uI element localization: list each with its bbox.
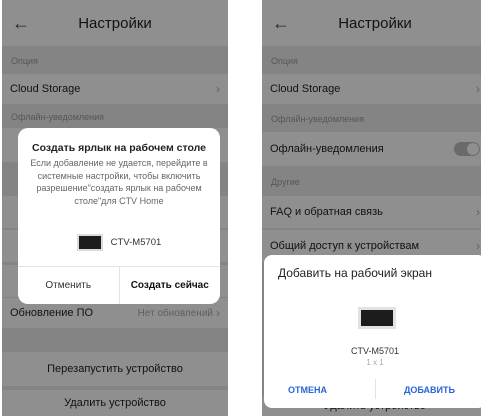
cancel-button[interactable]: ОТМЕНА <box>288 385 327 395</box>
dialog-title: Создать ярлык на рабочем столе <box>31 142 207 154</box>
create-shortcut-dialog: Создать ярлык на рабочем столе Если доба… <box>18 128 220 304</box>
widget-preview-icon <box>358 307 396 329</box>
add-button[interactable]: ДОБАВИТЬ <box>404 385 455 395</box>
device-preview: CTV-M5701 <box>18 234 220 251</box>
phone-screen-left: ← Настройки Опция Cloud Storage › Офлайн… <box>2 0 228 416</box>
cancel-button[interactable]: Отменить <box>18 267 119 304</box>
dialog-message: Если добавление не удается, перейдите в … <box>30 158 208 206</box>
phone-screen-right: ← Настройки Опция Cloud Storage › Офлайн… <box>262 0 481 416</box>
camera-device-icon <box>76 234 103 251</box>
button-divider <box>375 379 376 399</box>
device-name: CTV-M5701 <box>110 237 162 248</box>
device-name: CTV-M5701 <box>350 346 400 356</box>
dialog-buttons: Отменить Создать сейчас <box>18 266 220 304</box>
add-to-home-screen-sheet: Добавить на рабочий экран CTV-M5701 1 x … <box>264 255 481 408</box>
sheet-title: Добавить на рабочий экран <box>278 266 432 280</box>
create-now-button[interactable]: Создать сейчас <box>118 267 221 304</box>
widget-size: 1 x 1 <box>366 358 384 367</box>
